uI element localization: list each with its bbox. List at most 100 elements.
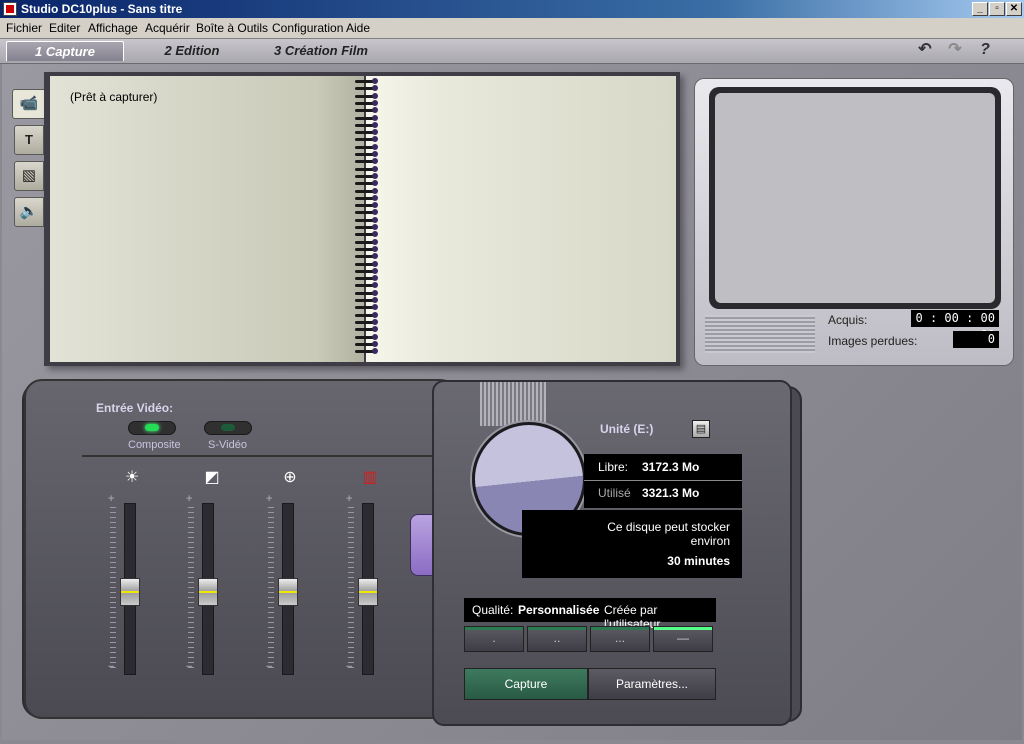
scene-album: (Prêt à capturer) (44, 72, 680, 366)
binding-ring (355, 194, 378, 201)
camera-icon[interactable]: 📹 (12, 89, 46, 119)
monitor-speaker-grill (705, 315, 815, 353)
capacity-value: 30 minutes (667, 554, 730, 568)
quality-label: Qualité: (472, 603, 514, 617)
redo-icon[interactable]: ↷ (946, 41, 964, 59)
free-value: 3172.3 Mo (642, 460, 700, 474)
binding-ring (355, 297, 378, 303)
video-input-console: Entrée Vidéo: Composite S-Vidéo ☀ ◩ ⊕ ▥ … (24, 379, 458, 719)
monitor-screen (709, 87, 1001, 309)
quality-value: Personnalisée (518, 603, 600, 617)
settings-button[interactable]: Paramètres... (588, 668, 716, 700)
video-input-title: Entrée Vidéo: (96, 401, 174, 415)
tab-edition[interactable]: 2 Edition (140, 41, 244, 61)
contrast-slider[interactable]: + − (186, 493, 224, 675)
composite-led[interactable] (128, 421, 176, 435)
tab-creation-film[interactable]: 3 Création Film (262, 41, 380, 61)
svideo-led[interactable] (204, 421, 252, 435)
binding-ring (355, 326, 378, 333)
brightness-icon: ☀ (124, 469, 140, 486)
close-button[interactable]: ✕ (1006, 2, 1022, 16)
app-icon (3, 2, 17, 16)
sharpness-icon: ⊕ (283, 469, 297, 486)
acquired-label: Acquis: (828, 313, 868, 327)
title-bar: Studio DC10plus - Sans titre _ ▫ ✕ (0, 0, 1024, 18)
binding-ring (355, 99, 378, 106)
album-left-page[interactable]: (Prêt à capturer) (50, 76, 364, 362)
menu-affichage[interactable]: Affichage (88, 21, 138, 35)
sharpness-slider[interactable]: + − (266, 493, 304, 675)
quality-bar: Qualité: Personnalisée Créée par l'utili… (464, 598, 716, 631)
preview-monitor: Acquis: 0 : 00 : 00 . 00 Images perdues:… (694, 78, 1014, 366)
menu-acquerir[interactable]: Acquérir (145, 21, 190, 35)
help-icon[interactable]: ? (976, 41, 994, 59)
album-right-page[interactable] (366, 76, 676, 362)
svideo-label: S-Vidéo (208, 439, 247, 451)
binding-ring (355, 224, 378, 230)
color-slider-knob[interactable] (358, 578, 378, 606)
disk-capacity-box: Ce disque peut stocker environ 30 minute… (522, 510, 742, 578)
binding-ring (355, 172, 378, 179)
binding-ring (355, 151, 378, 157)
sound-icon[interactable]: 🔈 (14, 197, 44, 227)
mode-tab-bar: 1 Capture 2 Edition 3 Création Film ↶ ↷ … (0, 39, 1024, 64)
transition-icon[interactable]: ▧ (14, 161, 44, 191)
binding-ring (355, 107, 378, 114)
binding-ring (355, 333, 378, 340)
menu-boite-a-outils[interactable]: Boîte à Outils (196, 21, 268, 35)
capture-device-panel: Unité (E:) ▤ Libre: 3172.3 Mo Utilisé 33… (432, 380, 792, 726)
binding-ring (355, 311, 378, 318)
acquired-timecode: 0 : 00 : 00 . 00 (911, 310, 999, 342)
quality-button-3[interactable]: ... (590, 626, 650, 652)
device-vent (480, 382, 546, 426)
album-status: (Prêt à capturer) (70, 90, 158, 104)
menu-aide[interactable]: Aide (346, 21, 370, 35)
binding-ring (355, 121, 378, 128)
menu-configuration[interactable]: Configuration (272, 21, 343, 35)
title-icon[interactable]: T (14, 125, 44, 155)
quality-button-custom[interactable]: — (653, 626, 713, 652)
binding-ring (355, 216, 378, 223)
brightness-slider[interactable]: + − (108, 493, 146, 675)
maximize-button[interactable]: ▫ (989, 2, 1005, 16)
binding-ring (355, 180, 378, 187)
binding-ring (355, 85, 378, 92)
capture-button[interactable]: Capture (464, 668, 588, 700)
color-slider[interactable]: + − (346, 493, 384, 675)
quality-button-1[interactable]: . (464, 626, 524, 652)
binding-ring (355, 318, 378, 325)
binding-ring (355, 238, 378, 245)
menu-editer[interactable]: Editer (49, 21, 80, 35)
console-divider (82, 455, 442, 457)
binding-ring (355, 304, 378, 311)
capacity-line2: environ (690, 534, 730, 548)
color-icon: ▥ (362, 469, 378, 486)
binding-ring (355, 129, 378, 136)
used-value: 3321.3 Mo (642, 486, 700, 500)
tab-capture[interactable]: 1 Capture (6, 41, 124, 61)
used-label: Utilisé (598, 486, 631, 500)
binding-ring (355, 348, 378, 355)
binding-ring (355, 267, 378, 274)
menu-bar: Fichier Editer Affichage Acquérir Boîte … (0, 18, 1024, 39)
contrast-slider-knob[interactable] (198, 578, 218, 606)
undo-icon[interactable]: ↶ (916, 41, 934, 59)
quality-button-2[interactable]: .. (527, 626, 587, 652)
disk-unit-label: Unité (E:) (600, 422, 654, 436)
lost-frames-value: 0 (953, 331, 999, 348)
disk-select-button[interactable]: ▤ (692, 420, 710, 438)
binding-ring (355, 282, 378, 289)
sharpness-slider-knob[interactable] (278, 578, 298, 606)
minimize-button[interactable]: _ (972, 2, 988, 16)
binding-ring (355, 253, 378, 260)
binding-ring (355, 92, 378, 99)
binding-ring (355, 78, 378, 84)
binding-ring (355, 340, 378, 347)
binding-ring (355, 202, 378, 209)
disk-info-box: Libre: 3172.3 Mo Utilisé 3321.3 Mo (584, 454, 742, 508)
brightness-slider-knob[interactable] (120, 578, 140, 606)
binding-ring (355, 289, 378, 296)
menu-fichier[interactable]: Fichier (6, 21, 42, 35)
binding-ring (355, 260, 378, 267)
window-title: Studio DC10plus - Sans titre (21, 2, 183, 16)
